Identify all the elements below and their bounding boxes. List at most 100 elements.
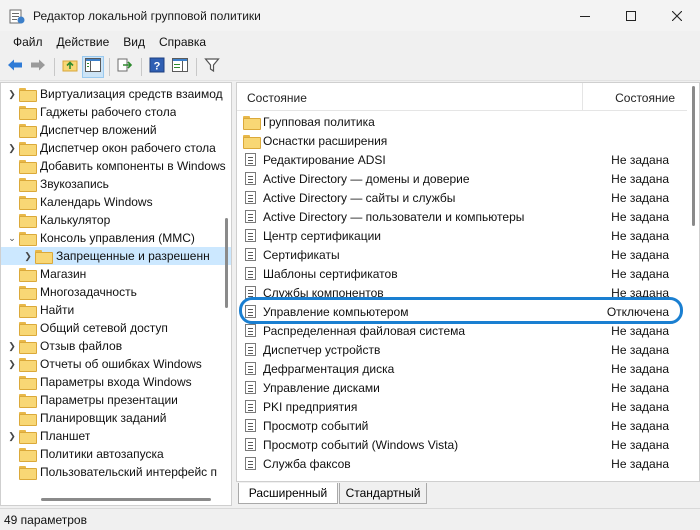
tab-standard[interactable]: Стандартный [339,483,427,504]
chevron-right-icon[interactable]: ❯ [5,341,19,352]
folder-icon [19,430,37,444]
chevron-right-icon[interactable]: ❯ [5,143,19,154]
tree-item[interactable]: ❯ Диспетчер окон рабочего стола [1,139,231,157]
column-header-state[interactable]: Состояние [615,91,675,105]
chevron-right-icon[interactable]: ❯ [21,251,35,262]
filter-button[interactable] [201,56,223,78]
tree-item-selected[interactable]: ❯ Запрещенные и разрешенн [1,247,231,265]
tree-item-label: Запрещенные и разрешенн [56,249,210,263]
setting-name: Редактирование ADSI [263,152,386,167]
folder-icon [19,88,37,102]
tree-item[interactable]: Калькулятор [1,211,231,229]
minimize-button[interactable] [562,0,608,31]
chevron-right-icon[interactable]: ❯ [5,359,19,370]
scrollbar-thumb[interactable] [225,218,228,308]
list-setting-row[interactable]: Дефрагментация диска Не задана [237,359,687,378]
list-setting-row[interactable]: Редактирование ADSI Не задана [237,150,687,169]
folder-icon [19,376,37,390]
chevron-right-icon[interactable]: ❯ [5,431,19,442]
tree-item[interactable]: Политики автозапуска [1,445,231,463]
setting-name: Диспетчер устройств [263,342,381,357]
list-setting-row[interactable]: Active Directory — сайты и службы Не зада… [237,188,687,207]
policy-setting-icon [243,323,259,338]
tree-item[interactable]: Многозадачность [1,283,231,301]
setting-state: Не задана [611,342,669,357]
list-header: Состояние Состояние [237,83,687,111]
column-header-name[interactable]: Состояние [247,91,307,105]
show-hide-tree-button[interactable] [82,55,104,78]
help-icon: ? [149,57,165,76]
tree-item[interactable]: ⌄ Консоль управления (MMC) [1,229,231,247]
list-setting-row[interactable]: Центр сертификации Не задана [237,226,687,245]
properties-pane-icon [172,58,188,75]
tree-item[interactable]: Параметры презентации [1,391,231,409]
column-divider[interactable] [582,83,583,111]
back-icon [7,58,23,75]
tree-item[interactable]: ❯ Отзыв файлов [1,337,231,355]
menu-help[interactable]: Справка [152,35,213,49]
setting-state: Не задана [611,247,669,262]
setting-name: Просмотр событий [263,418,369,433]
tree-item[interactable]: Магазин [1,265,231,283]
setting-name: Управление дисками [263,380,380,395]
back-button[interactable] [4,56,26,78]
setting-name: Active Directory — пользователи и компью… [263,209,525,224]
tab-extended[interactable]: Расширенный [238,483,338,504]
maximize-button[interactable] [608,0,654,31]
folder-icon [35,250,53,264]
chevron-right-icon[interactable]: ❯ [5,89,19,100]
setting-name: Сертификаты [263,247,340,262]
folder-icon [19,106,37,120]
up-folder-icon [62,58,78,75]
tree-item[interactable]: ❯ Планшет [1,427,231,445]
tree-vertical-scrollbar[interactable] [222,83,231,505]
setting-state: Не задана [611,171,669,186]
policy-setting-icon [243,171,259,186]
setting-name: Оснастки расширения [263,133,388,148]
chevron-down-icon[interactable]: ⌄ [5,233,19,244]
policy-editor-icon [9,8,25,24]
tree-item[interactable]: ❯ Виртуализация средств взаимод [1,85,231,103]
close-button[interactable] [654,0,700,31]
list-vertical-scrollbar[interactable] [688,83,699,481]
tree-horizontal-scrollbar[interactable] [1,493,221,505]
list-setting-row[interactable]: Active Directory — домены и доверие Не за… [237,169,687,188]
help-button[interactable]: ? [146,56,168,78]
list-setting-row[interactable]: Active Directory — пользователи и компью… [237,207,687,226]
properties-pane-button[interactable] [169,56,191,78]
list-setting-row[interactable]: PKI предприятия Не задана [237,397,687,416]
list-setting-row[interactable]: Диспетчер устройств Не задана [237,340,687,359]
toolbar-separator [54,57,55,76]
list-folder-row[interactable]: Групповая политика [237,112,687,131]
menu-action[interactable]: Действие [50,35,117,49]
export-list-button[interactable] [114,56,136,78]
list-setting-row[interactable]: Управление дисками Не задана [237,378,687,397]
list-setting-row[interactable]: Сертификаты Не задана [237,245,687,264]
tree-item[interactable]: Пользовательский интерфейс п [1,463,231,481]
menu-view[interactable]: Вид [116,35,152,49]
toolbar-separator [196,57,197,76]
tree-item[interactable]: Гаджеты рабочего стола [1,103,231,121]
scrollbar-thumb[interactable] [692,86,695,226]
folder-icon [19,232,37,246]
list-folder-row[interactable]: Оснастки расширения [237,131,687,150]
tree-item[interactable]: Общий сетевой доступ [1,319,231,337]
setting-name: Шаблоны сертификатов [263,266,398,281]
list-setting-row[interactable]: Шаблоны сертификатов Не задана [237,264,687,283]
tree-item[interactable]: Диспетчер вложений [1,121,231,139]
forward-button[interactable] [27,56,49,78]
menu-file[interactable]: Файл [6,35,50,49]
list-setting-row[interactable]: Просмотр событий Не задана [237,416,687,435]
tree-item[interactable]: Параметры входа Windows [1,373,231,391]
folder-icon [19,340,37,354]
list-setting-row[interactable]: Служба факсов Не задана [237,454,687,473]
tree-item[interactable]: Звукозапись [1,175,231,193]
tree-item[interactable]: Планировщик заданий [1,409,231,427]
tree-item[interactable]: ❯ Отчеты об ошибках Windows [1,355,231,373]
scrollbar-thumb[interactable] [41,498,211,501]
list-setting-row[interactable]: Просмотр событий (Windows Vista) Не задан… [237,435,687,454]
tree-item[interactable]: Календарь Windows [1,193,231,211]
tree-item[interactable]: Добавить компоненты в Windows [1,157,231,175]
up-folder-button[interactable] [59,56,81,78]
tree-item[interactable]: Найти [1,301,231,319]
